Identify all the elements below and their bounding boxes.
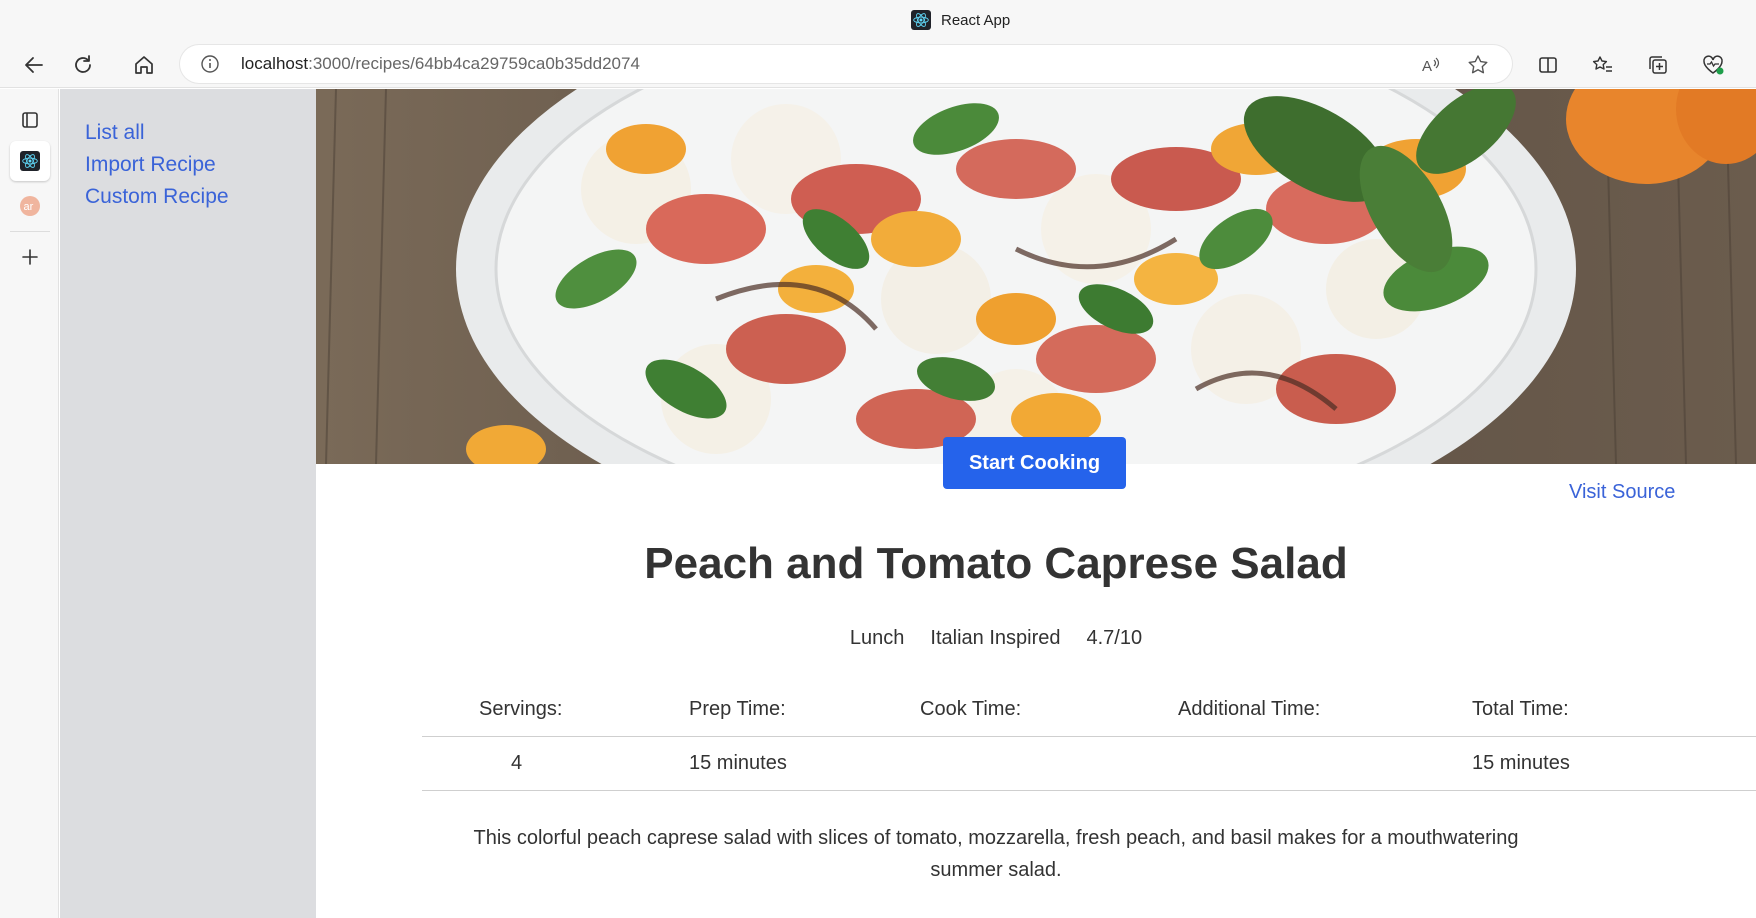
recipe-page: Start Cooking Visit Source Peach and Tom… [316, 89, 1756, 918]
home-icon[interactable] [129, 50, 159, 80]
browser-essentials-icon[interactable] [1698, 50, 1728, 80]
sidebar-link-import-recipe[interactable]: Import Recipe [85, 149, 316, 181]
react-logo-icon [20, 151, 40, 171]
times-value-row: 4 15 minutes 15 minutes [422, 737, 1756, 791]
value-prep-time: 15 minutes [689, 752, 787, 774]
recipe-hero-image [316, 89, 1756, 464]
recipe-meta: Lunch Italian Inspired 4.7/10 [316, 627, 1676, 650]
value-servings: 4 [511, 752, 523, 774]
sidebar-separator [10, 231, 50, 232]
url-host: localhost [241, 54, 309, 73]
react-logo-icon [911, 10, 931, 30]
svg-text:A: A [1422, 58, 1432, 75]
value-total-time: 15 minutes [1472, 752, 1570, 774]
recipe-title: Peach and Tomato Caprese Salad [644, 539, 1348, 588]
sidebar-link-list-all[interactable]: List all [85, 117, 316, 149]
window-title-text: React App [941, 11, 1011, 29]
times-header-row: Servings: Prep Time: Cook Time: Addition… [422, 683, 1756, 737]
read-aloud-icon[interactable]: A [1418, 52, 1444, 78]
svg-text:ar: ar [24, 201, 34, 213]
address-bar[interactable]: localhost:3000/recipes/64bb4ca29759ca0b3… [180, 45, 1512, 83]
url-path: :3000/recipes/64bb4ca29759ca0b35dd2074 [308, 54, 640, 73]
react-tab-icon[interactable] [10, 141, 50, 181]
allrecipes-tab-icon[interactable]: ar [10, 186, 50, 226]
recipe-rating: 4.7/10 [1086, 627, 1143, 649]
browser-toolbar: localhost:3000/recipes/64bb4ca29759ca0b3… [0, 40, 1756, 88]
title-bar: React App [0, 0, 1756, 40]
url-text[interactable]: localhost:3000/recipes/64bb4ca29759ca0b3… [241, 54, 640, 74]
recipe-times-table: Servings: Prep Time: Cook Time: Addition… [422, 683, 1756, 791]
app-sidebar: List all Import Recipe Custom Recipe [60, 89, 316, 918]
header-servings: Servings: [479, 698, 563, 720]
info-icon[interactable] [200, 54, 220, 74]
recipe-cuisine: Italian Inspired [930, 627, 1061, 649]
refresh-icon[interactable] [68, 50, 98, 80]
recipe-course: Lunch [849, 627, 905, 649]
favorite-star-icon[interactable] [1465, 52, 1491, 78]
favorites-icon[interactable] [1588, 50, 1618, 80]
header-cook-time: Cook Time: [920, 698, 1022, 720]
start-cooking-button[interactable]: Start Cooking [943, 437, 1126, 489]
collections-icon[interactable] [1643, 50, 1673, 80]
header-prep-time: Prep Time: [689, 698, 786, 720]
sidebar-link-custom-recipe[interactable]: Custom Recipe [85, 181, 316, 213]
header-total-time: Total Time: [1472, 698, 1569, 720]
tab-actions-icon[interactable] [10, 100, 50, 140]
back-icon[interactable] [19, 50, 49, 80]
header-additional-time: Additional Time: [1178, 698, 1321, 720]
add-tab-icon[interactable] [10, 237, 50, 277]
window-title: React App [911, 10, 1010, 30]
visit-source-link[interactable]: Visit Source [1569, 481, 1675, 504]
caprese-salad-photo [316, 89, 1756, 464]
recipe-description: This colorful peach caprese salad with s… [473, 827, 1519, 881]
split-screen-icon[interactable] [1533, 50, 1563, 80]
browser-sidebar: ar [0, 89, 59, 918]
